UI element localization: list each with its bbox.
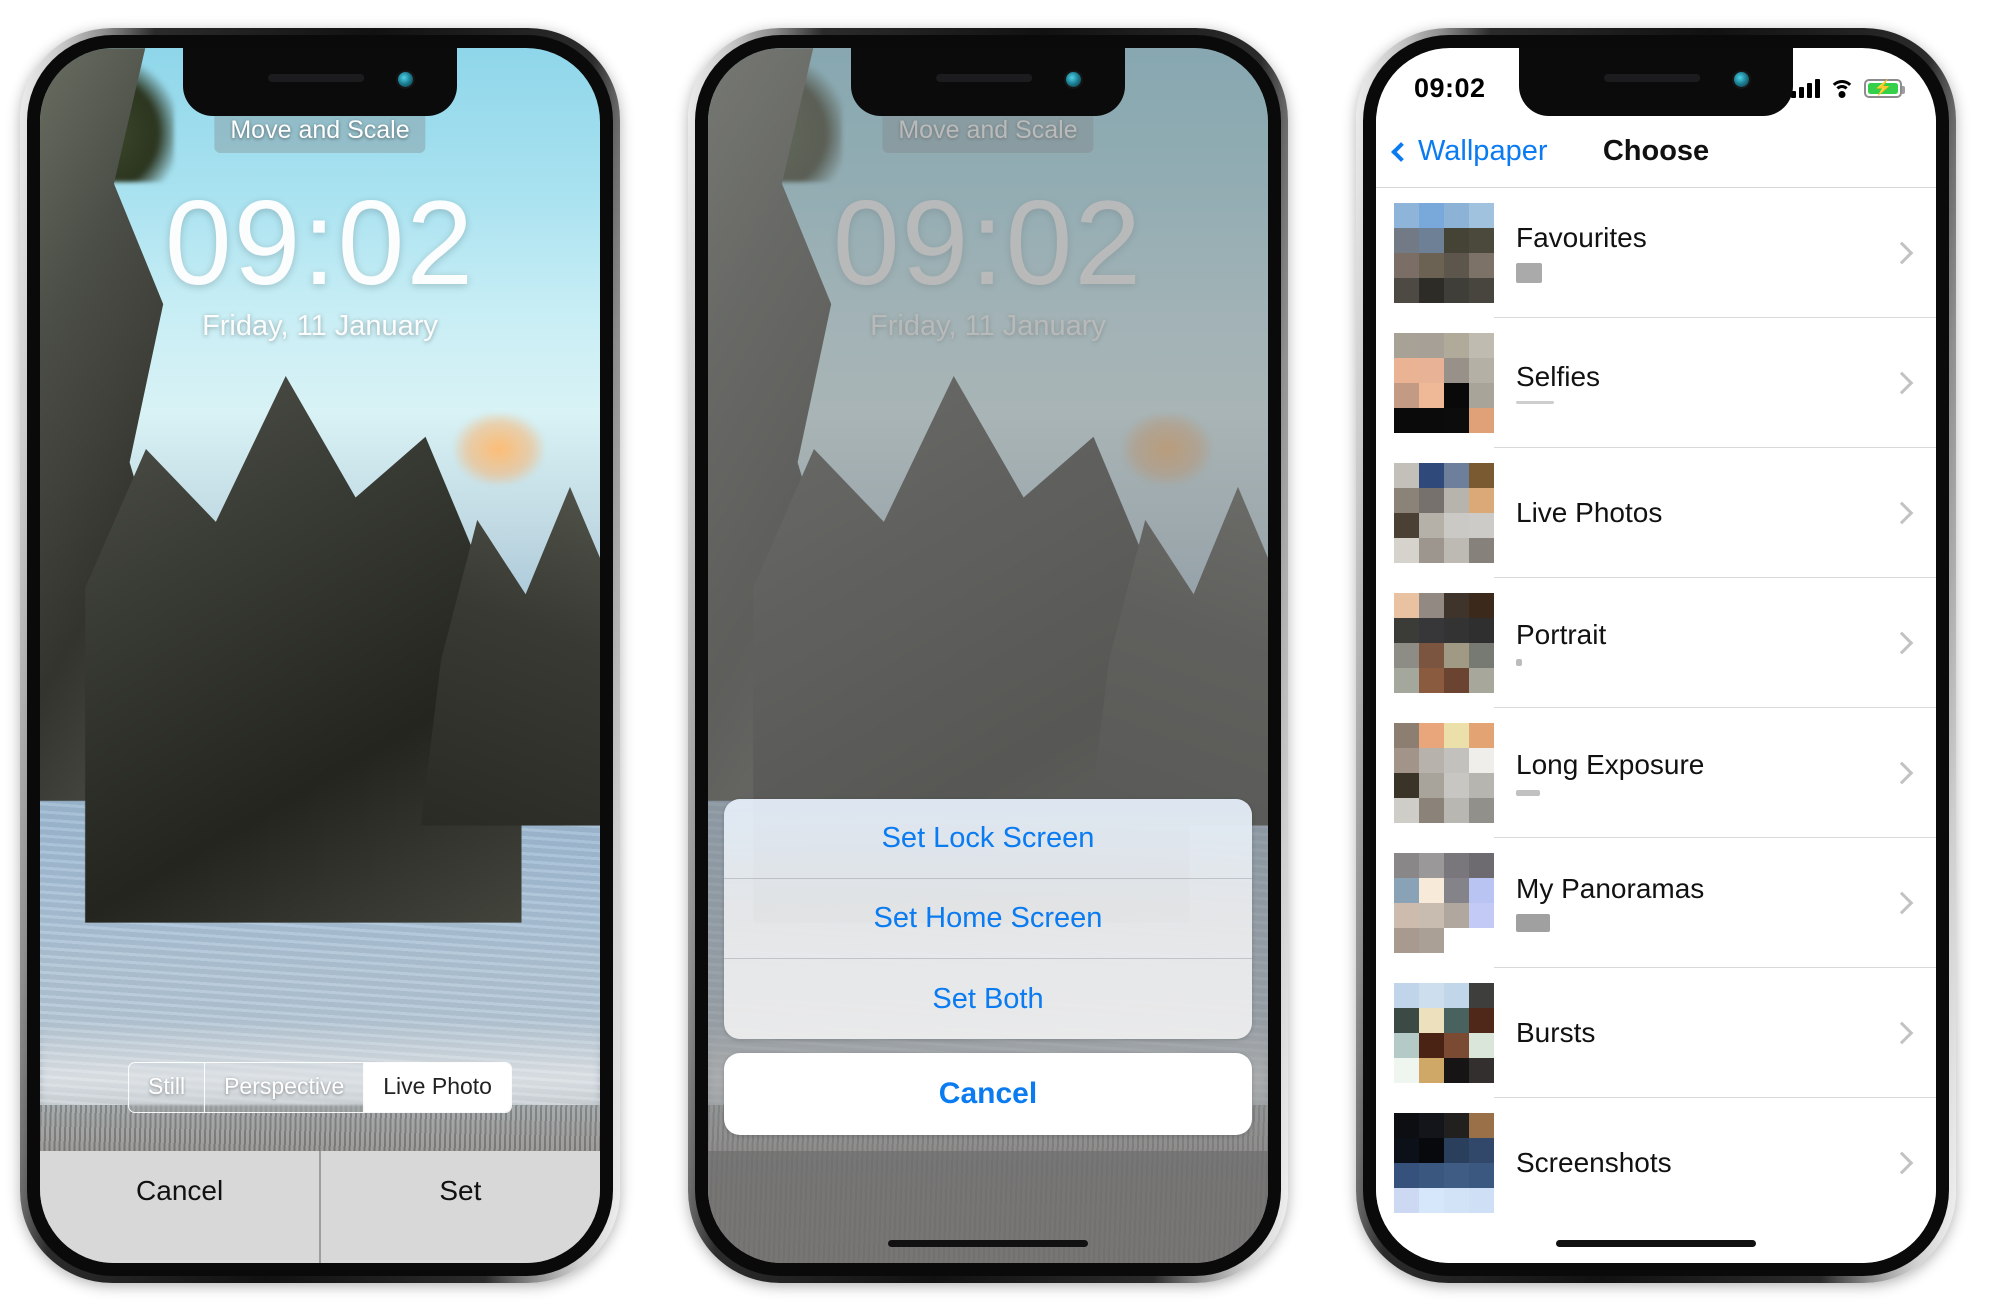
- battery-cap: [1902, 85, 1905, 94]
- set-both-button[interactable]: Set Both: [724, 959, 1252, 1039]
- album-row[interactable]: Favourites: [1376, 188, 1936, 318]
- album-text: Screenshots: [1516, 1146, 1894, 1179]
- home-indicator-3[interactable]: [1556, 1240, 1756, 1247]
- phone-2-set-wallpaper-sheet: Move and Scale 09:02 Friday, 11 January …: [688, 28, 1288, 1283]
- phone-2-notch: [851, 48, 1125, 116]
- album-text: Bursts: [1516, 1016, 1894, 1049]
- album-subtitle-redacted: [1516, 913, 1550, 932]
- phone-3-notch: [1519, 48, 1793, 116]
- chevron-right-icon: [1890, 1021, 1914, 1045]
- action-sheet-cancel-button[interactable]: Cancel: [724, 1053, 1252, 1135]
- wifi-icon: [1829, 78, 1855, 98]
- album-text: Favourites: [1516, 222, 1894, 283]
- lock-screen-date: Friday, 11 January: [202, 310, 438, 342]
- status-bar-time: 09:02: [1414, 72, 1486, 103]
- screenshot-canvas: Move and Scale 09:02 Friday, 11 January …: [0, 0, 2000, 1315]
- chevron-right-icon: [1890, 371, 1914, 395]
- chevron-right-icon: [1890, 501, 1914, 525]
- album-thumbnail: [1394, 853, 1494, 953]
- segment-perspective[interactable]: Perspective: [205, 1063, 365, 1112]
- album-title: Bursts: [1516, 1016, 1596, 1048]
- album-title: Selfies: [1516, 360, 1601, 392]
- album-thumbnail: [1394, 1113, 1494, 1213]
- album-text: My Panoramas: [1516, 873, 1894, 932]
- cellular-signal-icon: [1791, 78, 1820, 98]
- chevron-right-icon: [1890, 631, 1914, 655]
- phone-1-action-bar: Cancel Set: [40, 1151, 600, 1263]
- phone-3-choose-album-list: 09:02 ⚡ Wallpaper Choose Favourites Self…: [1356, 28, 1956, 1283]
- album-thumbnail: [1394, 333, 1494, 433]
- action-sheet-options: Set Lock Screen Set Home Screen Set Both: [724, 799, 1252, 1039]
- back-to-wallpaper-button[interactable]: Wallpaper: [1376, 135, 1547, 168]
- album-thumbnail: [1394, 593, 1494, 693]
- album-row[interactable]: Selfies: [1376, 318, 1936, 448]
- home-indicator-2[interactable]: [888, 1240, 1088, 1247]
- set-wallpaper-action-sheet: Set Lock Screen Set Home Screen Set Both…: [724, 799, 1252, 1135]
- phone-1-screen: Move and Scale 09:02 Friday, 11 January …: [40, 48, 600, 1263]
- album-thumbnail: [1394, 203, 1494, 303]
- navigation-bar: Wallpaper Choose: [1376, 116, 1936, 188]
- phone-2-screen: Move and Scale 09:02 Friday, 11 January …: [708, 48, 1268, 1263]
- cancel-button[interactable]: Cancel: [40, 1151, 319, 1207]
- segment-live-photo[interactable]: Live Photo: [364, 1063, 511, 1112]
- earpiece-speaker-icon-3: [1604, 74, 1701, 82]
- album-thumbnail: [1394, 723, 1494, 823]
- album-thumbnail: [1394, 983, 1494, 1083]
- album-subtitle-redacted: [1516, 789, 1540, 796]
- set-button[interactable]: Set: [321, 1151, 600, 1207]
- battery-charging-icon: ⚡: [1864, 78, 1905, 98]
- album-row[interactable]: Bursts: [1376, 968, 1936, 1098]
- chevron-right-icon: [1890, 761, 1914, 785]
- album-title: Portrait: [1516, 618, 1607, 650]
- earpiece-speaker-icon-2: [936, 74, 1033, 82]
- lock-screen-clock: 09:02: [164, 176, 476, 310]
- chevron-right-icon: [1890, 891, 1914, 915]
- front-camera-icon-3: [1734, 72, 1749, 87]
- album-thumbnail: [1394, 463, 1494, 563]
- album-text: Portrait: [1516, 618, 1894, 667]
- chevron-left-icon: [1391, 141, 1411, 162]
- earpiece-speaker-icon: [268, 74, 365, 82]
- album-title: My Panoramas: [1516, 873, 1705, 905]
- phone-1-notch: [183, 48, 457, 116]
- album-subtitle-redacted: [1516, 401, 1554, 405]
- album-row[interactable]: Portrait: [1376, 578, 1936, 708]
- phone-3-bezel: 09:02 ⚡ Wallpaper Choose Favourites Self…: [1363, 35, 1949, 1276]
- album-subtitle-redacted: [1516, 262, 1542, 283]
- photos-picker-app: 09:02 ⚡ Wallpaper Choose Favourites Self…: [1376, 48, 1936, 1263]
- segment-still[interactable]: Still: [129, 1063, 206, 1112]
- wallpaper-style-segmented-control[interactable]: Still Perspective Live Photo: [128, 1062, 512, 1113]
- phone-2-bezel: Move and Scale 09:02 Friday, 11 January …: [695, 35, 1281, 1276]
- album-text: Long Exposure: [1516, 749, 1894, 796]
- status-bar-indicators: ⚡: [1791, 78, 1905, 98]
- move-and-scale-label: Move and Scale: [214, 110, 426, 153]
- album-list[interactable]: Favourites Selfies Live Photos Portrait Long…: [1376, 188, 1936, 1263]
- charging-bolt-icon: ⚡: [1873, 79, 1893, 97]
- album-title: Favourites: [1516, 222, 1647, 254]
- album-title: Live Photos: [1516, 496, 1663, 528]
- chevron-right-icon: [1890, 1151, 1914, 1175]
- album-subtitle-redacted: [1516, 659, 1522, 667]
- album-text: Selfies: [1516, 360, 1894, 405]
- front-camera-icon-2: [1066, 72, 1081, 87]
- album-row[interactable]: Live Photos: [1376, 448, 1936, 578]
- album-row[interactable]: Long Exposure: [1376, 708, 1936, 838]
- back-button-label: Wallpaper: [1418, 135, 1548, 167]
- phone-1-bezel: Move and Scale 09:02 Friday, 11 January …: [27, 35, 613, 1276]
- set-home-screen-button[interactable]: Set Home Screen: [724, 879, 1252, 959]
- front-camera-icon: [398, 72, 413, 87]
- album-row[interactable]: My Panoramas: [1376, 838, 1936, 968]
- wallpaper-sunlit-rock-glow: [454, 412, 544, 486]
- phone-1-move-and-scale: Move and Scale 09:02 Friday, 11 January …: [20, 28, 620, 1283]
- album-text: Live Photos: [1516, 496, 1894, 529]
- set-lock-screen-button[interactable]: Set Lock Screen: [724, 799, 1252, 879]
- album-title: Screenshots: [1516, 1146, 1672, 1178]
- phone-3-screen: 09:02 ⚡ Wallpaper Choose Favourites Self…: [1376, 48, 1936, 1263]
- album-row[interactable]: Screenshots: [1376, 1098, 1936, 1228]
- album-title: Long Exposure: [1516, 749, 1705, 781]
- chevron-right-icon: [1890, 241, 1914, 265]
